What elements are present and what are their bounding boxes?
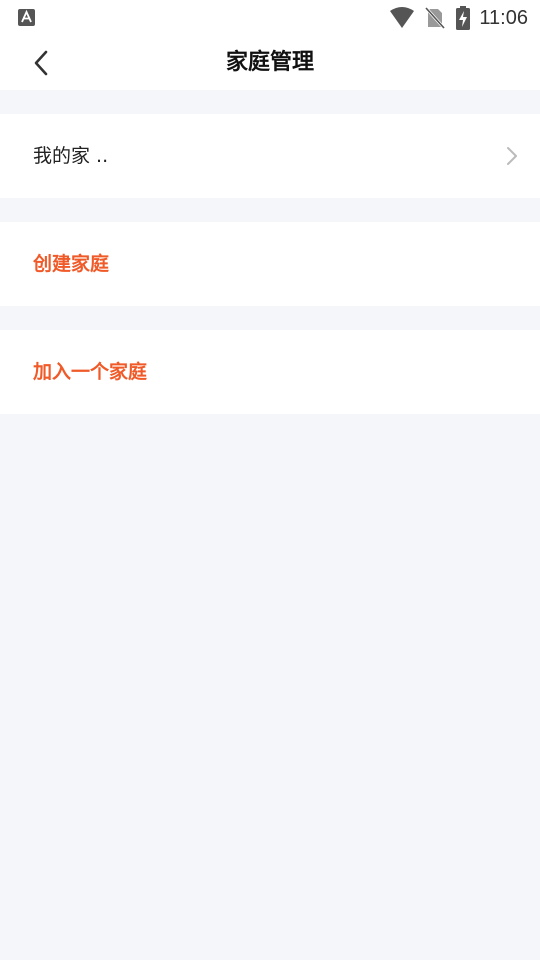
a-notification-icon bbox=[18, 9, 35, 26]
wifi-icon bbox=[390, 7, 415, 28]
create-family-label: 创建家庭 bbox=[33, 253, 110, 275]
chevron-right-icon bbox=[507, 147, 517, 165]
status-bar: 11:06 bbox=[0, 0, 540, 36]
join-family-button[interactable]: 加入一个家庭 bbox=[0, 330, 540, 414]
no-sim-icon bbox=[425, 7, 446, 29]
back-button[interactable] bbox=[24, 46, 58, 80]
battery-charging-icon bbox=[456, 6, 471, 30]
create-family-button[interactable]: 创建家庭 bbox=[0, 222, 540, 306]
back-arrow-icon bbox=[34, 50, 48, 76]
join-family-label: 加入一个家庭 bbox=[33, 361, 148, 383]
my-home-label: 我的家 .. bbox=[33, 145, 109, 167]
status-time: 11:06 bbox=[479, 6, 528, 29]
system-icons: 11:06 bbox=[389, 4, 528, 32]
page-title: 家庭管理 bbox=[225, 50, 314, 75]
app-bar: 家庭管理 bbox=[0, 36, 540, 90]
list-item-my-home[interactable]: 我的家 .. bbox=[0, 114, 540, 198]
notification-area bbox=[18, 9, 35, 30]
